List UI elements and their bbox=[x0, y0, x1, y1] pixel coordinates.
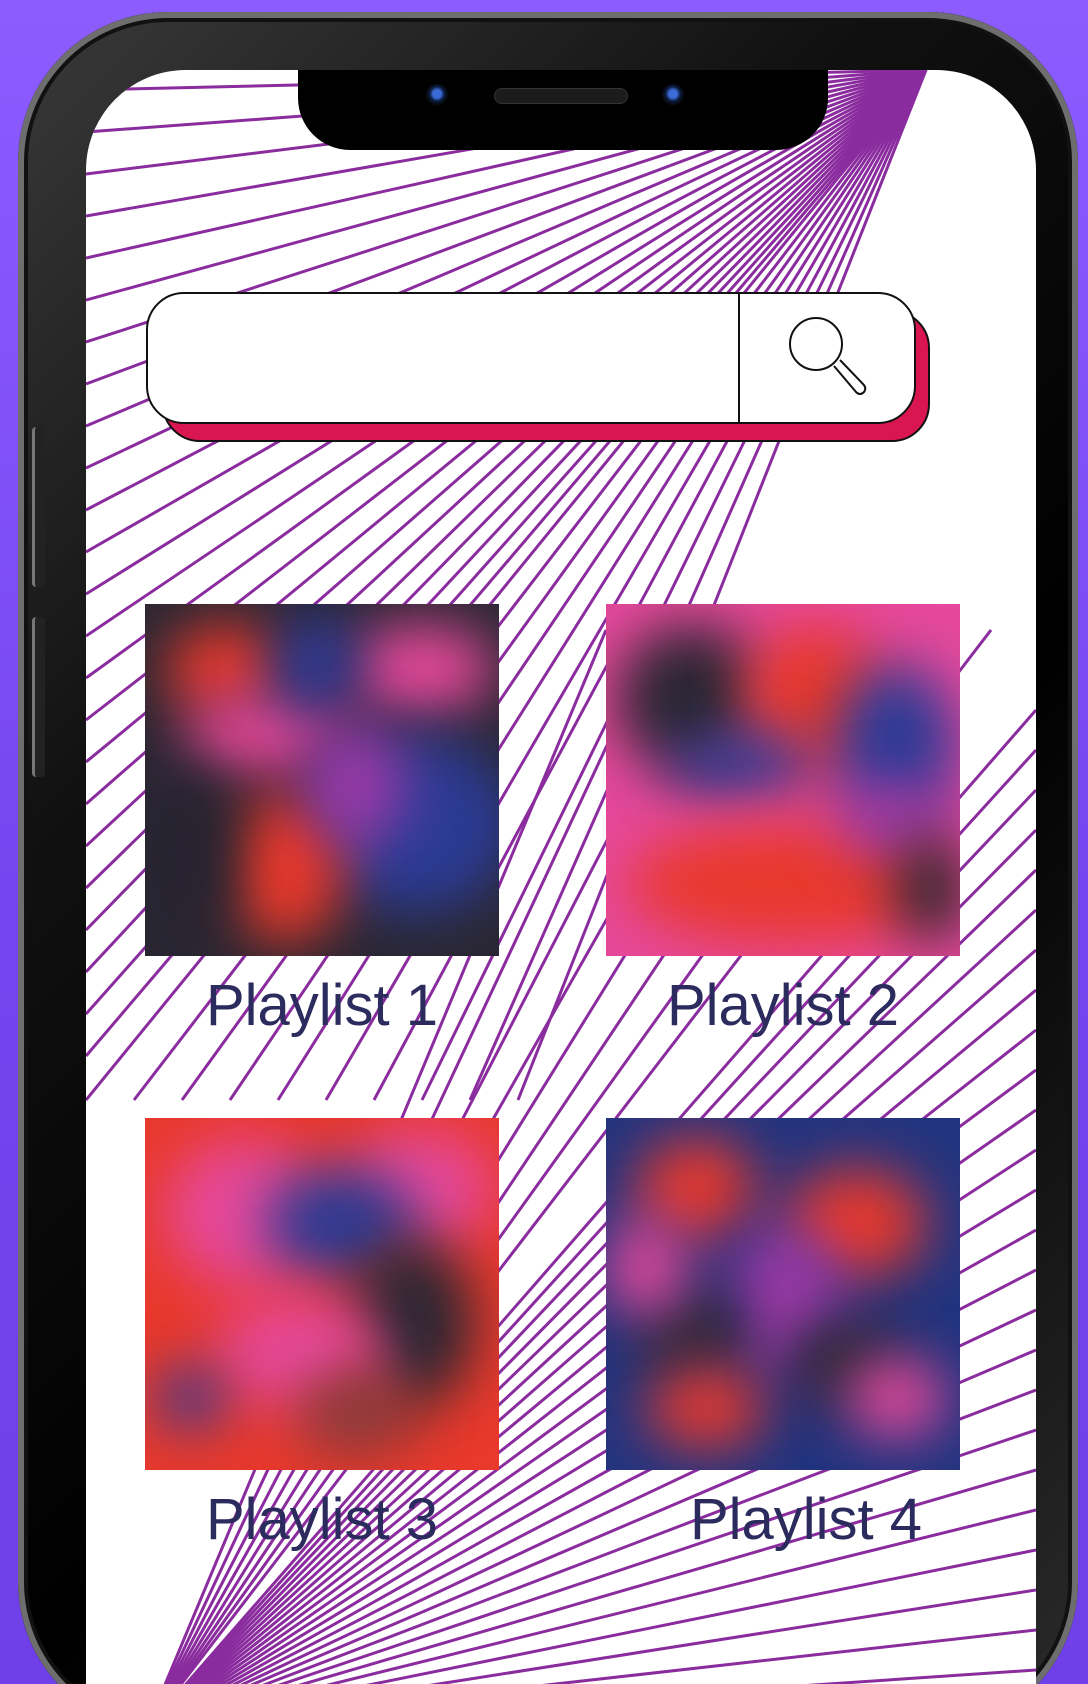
speaker-grille bbox=[494, 88, 628, 104]
app-stage: Playlist 1 Playlist 2 Playlist 3 Playlis… bbox=[0, 0, 1088, 1684]
playlist-title-1: Playlist 1 bbox=[205, 973, 439, 1038]
volume-down-button bbox=[32, 617, 45, 777]
search-input[interactable] bbox=[148, 294, 738, 422]
playlist-cover-3 bbox=[145, 1118, 499, 1470]
playlist-card-4[interactable]: Playlist 4 bbox=[606, 1118, 960, 1553]
magnifier-icon bbox=[789, 317, 867, 395]
phone-screen: Playlist 1 Playlist 2 Playlist 3 Playlis… bbox=[86, 70, 1036, 1684]
playlist-cover-4 bbox=[606, 1118, 960, 1470]
playlist-title-4: Playlist 4 bbox=[689, 1487, 923, 1552]
phone-notch bbox=[298, 70, 828, 150]
volume-up-button bbox=[32, 427, 45, 587]
playlist-title-2: Playlist 2 bbox=[666, 973, 900, 1038]
playlist-title-3: Playlist 3 bbox=[205, 1487, 439, 1552]
playlist-cover-1 bbox=[145, 604, 499, 956]
sensor-icon bbox=[662, 84, 684, 106]
search-button[interactable] bbox=[738, 294, 914, 422]
playlist-card-1[interactable]: Playlist 1 bbox=[145, 604, 499, 1039]
playlist-card-3[interactable]: Playlist 3 bbox=[145, 1118, 499, 1553]
playlist-card-2[interactable]: Playlist 2 bbox=[606, 604, 960, 1039]
search-bar bbox=[146, 292, 930, 442]
playlist-cover-2 bbox=[606, 604, 960, 956]
search-box bbox=[146, 292, 916, 424]
camera-icon bbox=[426, 84, 448, 106]
